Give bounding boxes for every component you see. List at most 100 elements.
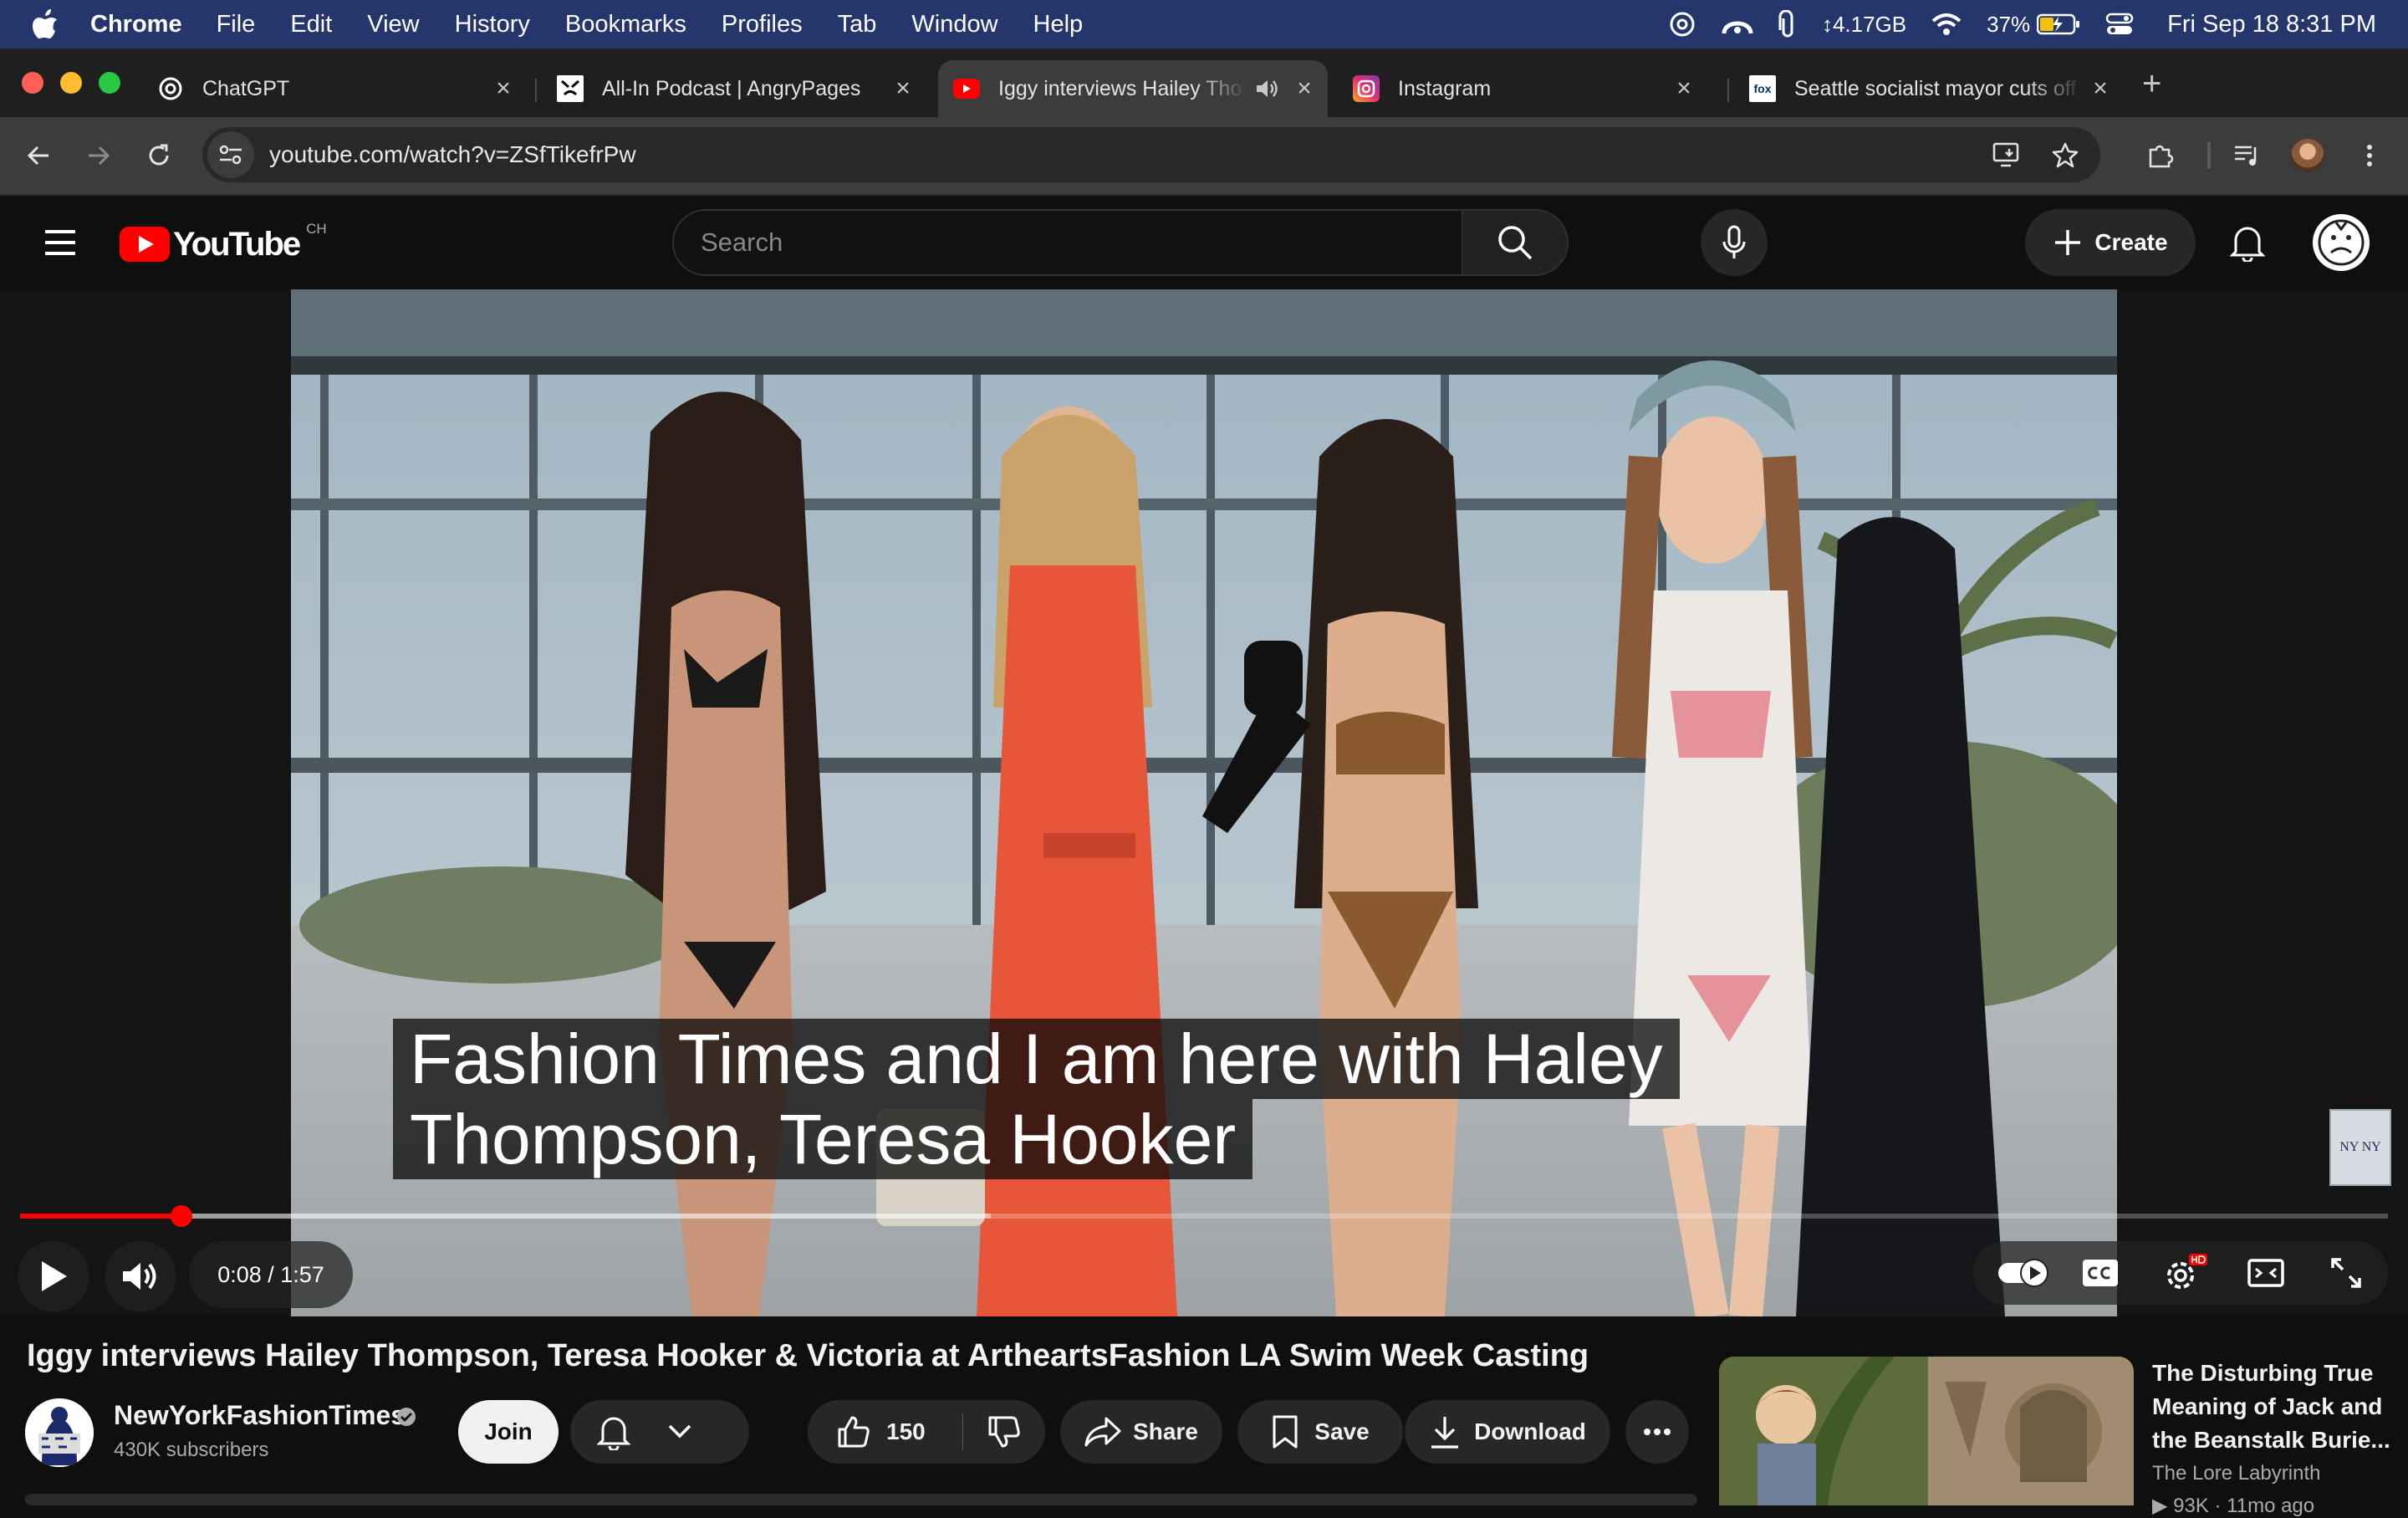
close-tab-icon[interactable]: × [1667, 74, 1701, 103]
settings-button[interactable] [2150, 1241, 2217, 1305]
close-tab-icon[interactable]: × [1288, 74, 1321, 103]
voice-search-button[interactable] [1701, 209, 1768, 276]
search-button[interactable] [1462, 211, 1567, 274]
new-tab-button[interactable]: + [2142, 65, 2161, 103]
channel-watermark[interactable]: NY NY [2329, 1109, 2391, 1186]
minimize-window-button[interactable] [60, 72, 82, 94]
subscription-notifications-button[interactable] [570, 1400, 749, 1464]
cloud-sync-status-icon[interactable] [1722, 12, 1753, 37]
reload-button[interactable] [139, 135, 179, 176]
star-icon [2052, 142, 2079, 168]
menu-items: File Edit View History Bookmarks Profile… [199, 11, 1101, 38]
chevron-down-icon [668, 1424, 691, 1439]
control-center-icon[interactable] [2105, 12, 2134, 37]
mute-button[interactable] [105, 1241, 176, 1311]
speaker-icon[interactable] [1254, 77, 1279, 100]
theater-mode-icon [2247, 1259, 2284, 1287]
tab-angrypages[interactable]: All-In Podcast | AngryPages × [542, 60, 926, 117]
play-button[interactable] [18, 1241, 89, 1311]
join-button[interactable]: Join [458, 1400, 559, 1464]
battery-icon[interactable] [2037, 13, 2080, 35]
guide-menu-button[interactable] [40, 224, 80, 261]
video-frame[interactable]: Fashion Times and I am here with Haley T… [291, 289, 2117, 1316]
bell-icon [2230, 227, 2265, 262]
played-bar [20, 1214, 181, 1219]
autoplay-toggle[interactable] [1990, 1241, 2057, 1305]
related-video-card[interactable]: The Disturbing True Meaning of Jack and … [1719, 1357, 2408, 1517]
menu-help[interactable]: Help [1033, 11, 1084, 38]
youtube-play-logo-icon [120, 227, 170, 262]
menu-history[interactable]: History [455, 11, 530, 38]
puzzle-icon [2149, 145, 2174, 168]
memory-usage[interactable]: ↕4.17GB [1822, 12, 1906, 38]
address-bar[interactable]: youtube.com/watch?v=ZSfTikefrPw [202, 127, 2100, 182]
profile-button[interactable] [2288, 135, 2328, 176]
media-controls-button[interactable] [2227, 135, 2268, 176]
tab-separator [535, 79, 537, 102]
youtube-logo[interactable]: YouTube CH [120, 221, 327, 263]
horizontal-scrollbar[interactable] [25, 1494, 1697, 1505]
tab-instagram[interactable]: Instagram × [1338, 60, 1707, 117]
site-info-button[interactable] [207, 131, 254, 178]
microphone-icon [1722, 225, 1746, 258]
menu-file[interactable]: File [217, 11, 256, 38]
more-vert-icon [2367, 145, 2372, 166]
subtitles-button[interactable] [2067, 1241, 2134, 1305]
back-button[interactable] [18, 135, 59, 176]
close-tab-icon[interactable]: × [886, 74, 920, 103]
arrow-right-icon [89, 146, 110, 166]
wifi-icon[interactable] [1931, 13, 1962, 36]
install-app-button[interactable] [1987, 135, 2027, 175]
sad-face-avatar-icon [2318, 219, 2365, 266]
notifications-button[interactable] [2222, 217, 2273, 268]
channel-name[interactable]: NewYorkFashionTimes [114, 1400, 406, 1431]
menu-tab[interactable]: Tab [838, 11, 877, 38]
related-channel-name[interactable]: The Lore Labyrinth [2152, 1462, 2320, 1485]
share-button[interactable]: Share [1060, 1400, 1222, 1464]
bookmark-star-button[interactable] [2045, 135, 2085, 175]
app-menu-chrome[interactable]: Chrome [90, 11, 182, 38]
related-video-title[interactable]: The Disturbing True Meaning of Jack and … [2152, 1357, 2395, 1457]
tab-fox-news[interactable]: fox Seattle socialist mayor cuts off × [1734, 60, 2124, 117]
menu-profiles[interactable]: Profiles [722, 11, 803, 38]
menu-view[interactable]: View [367, 11, 419, 38]
chrome-menu-button[interactable] [2349, 135, 2390, 176]
status-area: ↕4.17GB 37% Fri Sep 18 8:31 PM [1643, 0, 2376, 49]
account-avatar-button[interactable] [2313, 214, 2370, 271]
url-text[interactable]: youtube.com/watch?v=ZSfTikefrPw [269, 141, 636, 168]
progress-bar[interactable] [20, 1205, 2388, 1227]
like-button[interactable]: 150 [808, 1400, 962, 1464]
chatgpt-status-icon[interactable] [1668, 10, 1696, 38]
close-window-button[interactable] [22, 72, 43, 94]
video-player[interactable]: Fashion Times and I am here with Haley T… [0, 289, 2408, 1316]
browser-toolbar: youtube.com/watch?v=ZSfTikefrPw [0, 117, 2408, 196]
menu-bookmarks[interactable]: Bookmarks [565, 11, 686, 38]
search-input[interactable] [674, 211, 1462, 274]
menu-edit[interactable]: Edit [290, 11, 332, 38]
forward-button[interactable] [79, 135, 119, 176]
close-tab-icon[interactable]: × [2084, 74, 2117, 103]
like-count: 150 [886, 1418, 926, 1444]
channel-avatar[interactable] [25, 1398, 94, 1467]
extensions-button[interactable] [2140, 135, 2181, 176]
theater-mode-button[interactable] [2232, 1241, 2299, 1305]
apple-icon[interactable] [32, 9, 59, 39]
scrubber-handle[interactable] [170, 1205, 192, 1227]
tab-title: All-In Podcast | AngryPages [602, 76, 861, 100]
arrow-left-icon [27, 146, 48, 166]
dislike-button[interactable] [963, 1400, 1045, 1464]
related-video-thumbnail[interactable] [1719, 1357, 2134, 1505]
tab-chatgpt[interactable]: ChatGPT × [142, 60, 527, 117]
close-tab-icon[interactable]: × [487, 74, 520, 103]
zoom-window-button[interactable] [99, 72, 120, 94]
download-button[interactable]: Download [1405, 1400, 1610, 1464]
paperclip-status-icon[interactable] [1778, 10, 1797, 38]
save-button[interactable]: Save [1237, 1400, 1403, 1464]
autoplay-toggle-icon [1998, 1259, 2048, 1287]
clock[interactable]: Fri Sep 18 8:31 PM [2167, 11, 2376, 38]
fullscreen-button[interactable] [2313, 1241, 2380, 1305]
menu-window[interactable]: Window [911, 11, 997, 38]
more-actions-button[interactable] [1625, 1400, 1689, 1464]
tab-youtube-active[interactable]: Iggy interviews Hailey Thompson × [938, 60, 1328, 117]
create-button[interactable]: Create [2025, 209, 2196, 276]
